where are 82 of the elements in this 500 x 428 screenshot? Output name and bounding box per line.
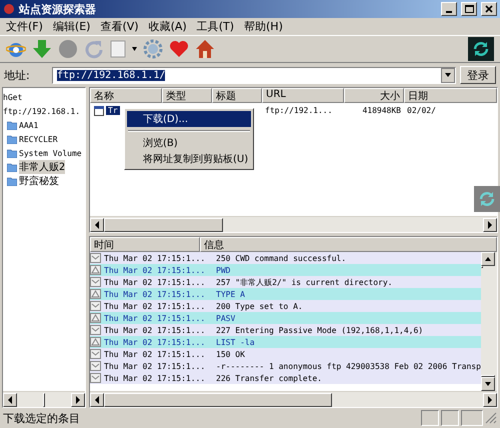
resize-grip-icon[interactable] [485,412,497,424]
close-button[interactable] [481,2,497,16]
address-field[interactable]: ftp://192.168.1.1/ [52,66,456,84]
right-arrow-icon[interactable] [75,396,81,404]
log-time: Thu Mar 02 17:15:1... [104,312,206,324]
log-time: Thu Mar 02 17:15:1... [104,264,206,276]
log-time: Thu Mar 02 17:15:1... [104,336,206,348]
tree-item[interactable]: 野蛮秘笈 [19,174,59,188]
log-time: Thu Mar 02 17:15:1... [104,372,206,384]
login-button[interactable]: 登录 [460,66,496,84]
menu-item[interactable]: 编辑(E) [52,19,90,34]
menu-item[interactable]: 浏览(B) [127,135,251,151]
left-arrow-icon[interactable] [94,220,100,228]
tree-item[interactable]: System Volume [19,148,82,158]
left-arrow-icon[interactable] [7,396,13,404]
log-message: 257 "非常人贩2/" is current directory. [216,276,394,288]
column-header[interactable]: 类型 [162,88,212,103]
tree-item[interactable]: hGet [3,92,22,102]
log-message: PASV [216,312,236,324]
file-icon [94,106,104,116]
log-message: 227 Entering Passive Mode (192,168,1,1,4,6) [216,324,424,336]
log-message: LIST -la [216,336,256,348]
log-message: -r-------- 1 anonymous ftp 429003538 Feb 02 2006 Transp [216,360,481,372]
column-header[interactable]: 标题 [212,88,262,103]
log-time: Thu Mar 02 17:15:1... [104,324,206,336]
caret-icon[interactable] [132,47,137,51]
column-header[interactable]: 时间 [90,237,200,252]
column-header[interactable]: 名称 [90,88,162,103]
menu-item[interactable]: 帮助(H) [244,19,283,34]
maximize-icon[interactable] [464,5,474,13]
log-message: 226 Transfer complete. [216,372,323,384]
app-icon [3,3,15,15]
left-arrow-icon[interactable] [94,396,100,404]
horizontal-scrollbar[interactable] [90,216,497,232]
table-cell-text: ftp://192.1... [264,106,334,115]
column-header[interactable]: URL [262,88,344,103]
column-header[interactable]: 大小 [344,88,404,103]
status-text: 下载选定的条目 [3,410,81,426]
column-header[interactable]: 日期 [404,88,497,103]
window-title: 站点资源探索器 [19,2,97,16]
log-time: Thu Mar 02 17:15:1... [104,360,206,372]
log-time: Thu Mar 02 17:15:1... [104,252,206,264]
column-header[interactable]: 信息 [200,237,497,252]
address-label: 地址: [4,68,31,82]
log-time: Thu Mar 02 17:15:1... [104,288,206,300]
house-icon[interactable] [195,39,215,59]
status-panel [461,410,483,426]
close-icon[interactable] [485,5,493,13]
log-message: 200 Type set to A. [216,300,304,312]
menu-item[interactable]: 查看(V) [100,19,139,34]
minimize-button[interactable] [441,2,457,16]
table-cell-text: 02/02/ [406,106,437,115]
log-message: TYPE A [216,288,246,300]
right-arrow-icon[interactable] [487,396,493,404]
log-message: PWD [216,264,232,276]
heart-icon[interactable] [169,40,189,58]
menu-item[interactable]: 收藏(A) [148,19,187,34]
menu-item[interactable]: 将网址复制到剪贴板(U) [127,151,251,167]
table-cell-text: 418948KB [361,106,402,115]
log-time: Thu Mar 02 17:15:1... [104,348,206,360]
horizontal-scrollbar[interactable] [90,391,497,407]
down-arrow-icon[interactable] [485,380,491,388]
tree-item[interactable]: ftp://192.168.1. [3,106,80,116]
menu-item[interactable]: 工具(T) [196,19,234,34]
tree-item[interactable]: RECYCLER [19,134,58,144]
log-message: 150 OK [216,348,246,360]
right-arrow-icon[interactable] [487,220,493,228]
tree-item[interactable]: AAA1 [19,120,38,130]
status-panel [421,410,439,426]
file-name[interactable]: Tr [106,106,120,115]
log-time: Thu Mar 02 17:15:1... [104,300,206,312]
status-panel [441,410,459,426]
tree-item[interactable]: 非常人贩2 [19,160,66,174]
down-arrow-icon[interactable] [445,71,451,79]
menu-item[interactable]: 下载(D)... [127,111,251,127]
maximize-button[interactable] [461,2,477,16]
vertical-scrollbar[interactable] [481,252,497,391]
up-arrow-icon[interactable] [485,255,491,263]
horizontal-scrollbar[interactable] [3,391,85,407]
log-message: 250 CWD command successful. [216,252,348,264]
menu-item[interactable]: 文件(F) [6,19,43,34]
log-time: Thu Mar 02 17:15:1... [104,276,206,288]
